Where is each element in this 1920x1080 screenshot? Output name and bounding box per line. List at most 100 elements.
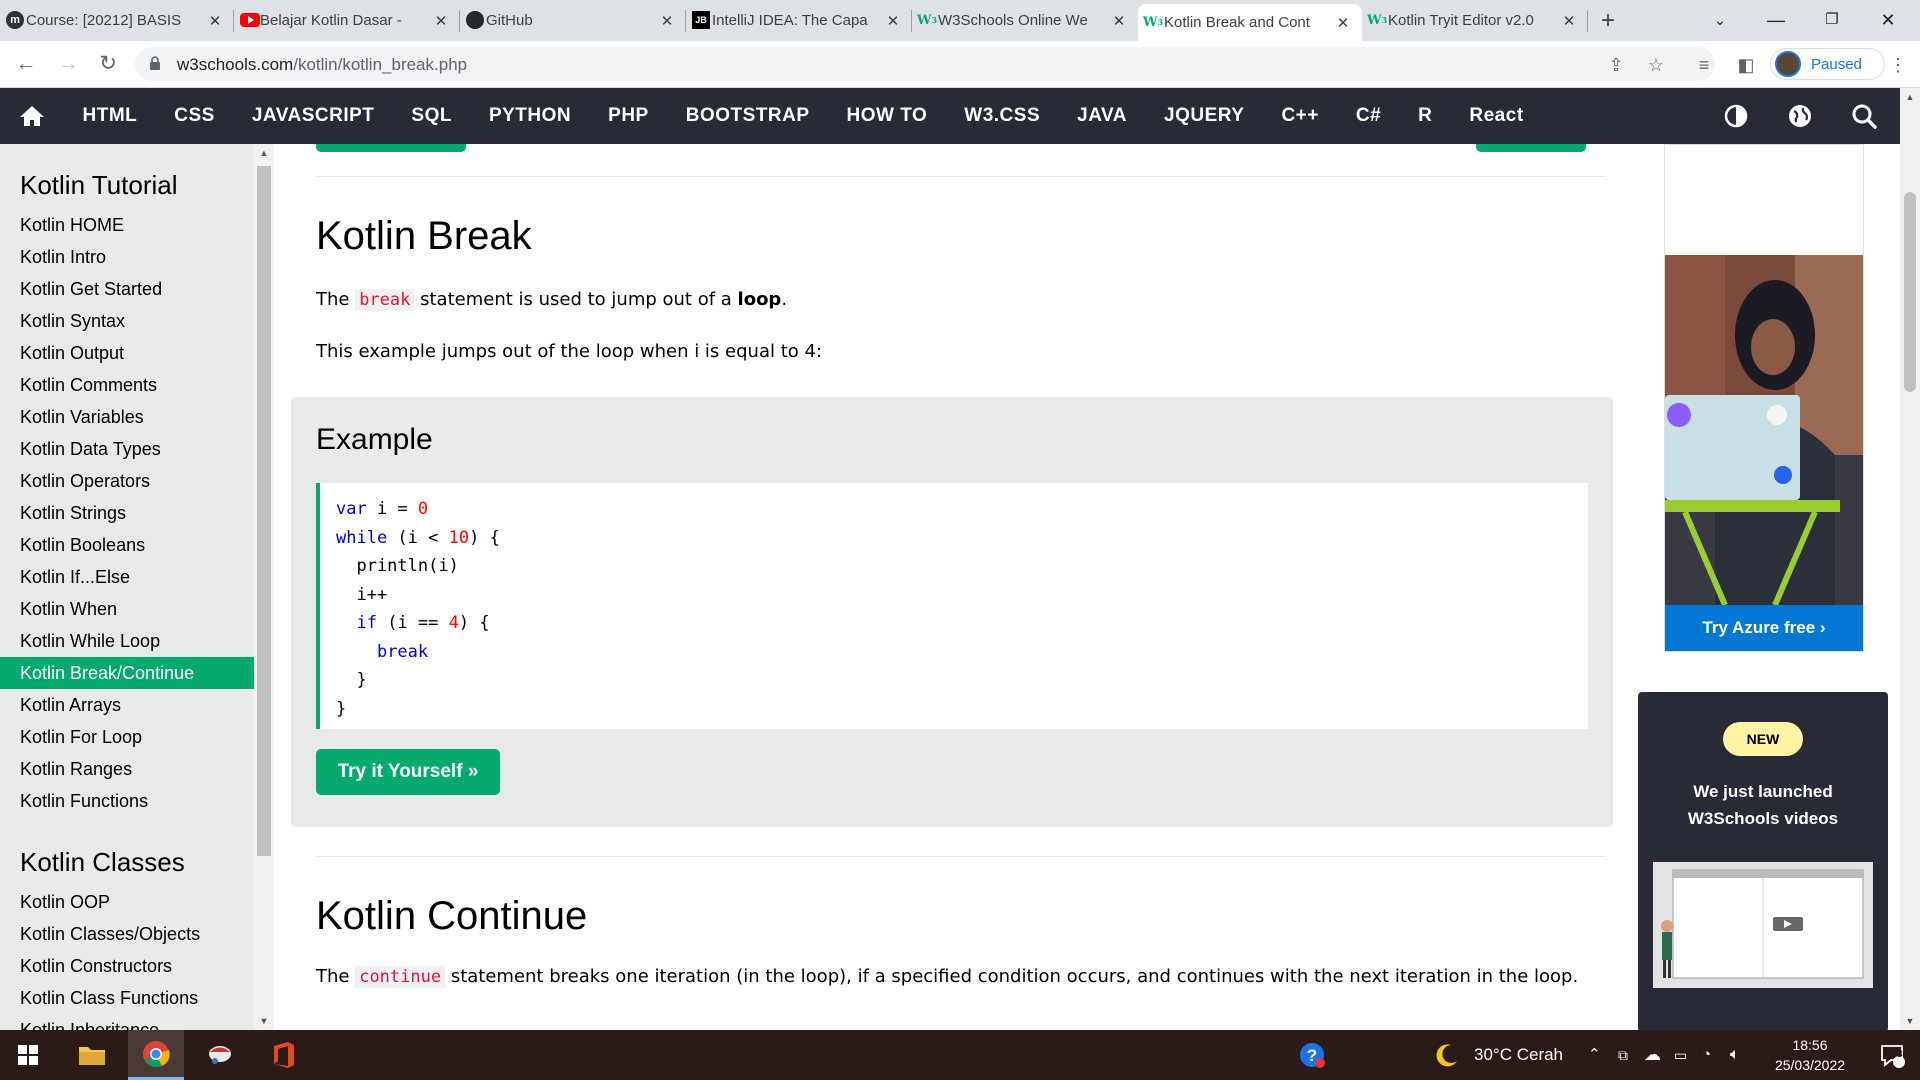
- tab-search-icon[interactable]: ⌄: [1692, 0, 1748, 41]
- azure-ad[interactable]: Try Azure free ›: [1664, 144, 1864, 652]
- try-it-yourself-button[interactable]: Try it Yourself »: [316, 749, 500, 795]
- sidebar-item[interactable]: Kotlin For Loop: [0, 721, 254, 753]
- nav-item-w3css[interactable]: W3.CSS: [946, 88, 1059, 144]
- volume-icon[interactable]: 🔈︎: [1730, 1030, 1740, 1080]
- sidebar-item-active[interactable]: Kotlin Break/Continue: [0, 657, 254, 689]
- bookmark-star-icon[interactable]: ☆: [1644, 53, 1668, 77]
- next-button-edge[interactable]: [1476, 144, 1586, 152]
- battery-icon[interactable]: ▭: [1674, 1030, 1687, 1080]
- scroll-up-arrow-icon[interactable]: ▲: [1900, 88, 1920, 106]
- globe-icon[interactable]: [1786, 102, 1814, 130]
- sidebar-item[interactable]: Kotlin Classes/Objects: [0, 918, 254, 950]
- sidebar-item[interactable]: Kotlin Data Types: [0, 433, 254, 465]
- sidebar-item[interactable]: Kotlin Get Started: [0, 273, 254, 305]
- new-tab-button[interactable]: +: [1588, 0, 1628, 41]
- nav-item-java[interactable]: JAVA: [1059, 88, 1146, 144]
- sidebar-item[interactable]: Kotlin Ranges: [0, 753, 254, 785]
- sidebar-item[interactable]: Kotlin Booleans: [0, 529, 254, 561]
- nav-item-howto[interactable]: HOW TO: [828, 88, 946, 144]
- page-scrollbar[interactable]: ▲ ▼: [1900, 88, 1920, 1030]
- dark-mode-icon[interactable]: [1722, 102, 1750, 130]
- sidebar-item[interactable]: Kotlin Inheritance: [0, 1014, 254, 1030]
- search-icon[interactable]: [1850, 102, 1878, 130]
- start-button[interactable]: [0, 1030, 56, 1080]
- browser-tab[interactable]: W3 W3Schools Online We ✕: [912, 0, 1138, 41]
- sidebar-item[interactable]: Kotlin Variables: [0, 401, 254, 433]
- try-azure-button[interactable]: Try Azure free ›: [1665, 605, 1863, 651]
- page-scroll-thumb[interactable]: [1904, 192, 1916, 392]
- nav-item-r[interactable]: R: [1400, 88, 1451, 144]
- app-taskbar-button[interactable]: [192, 1030, 248, 1080]
- nav-item-sql[interactable]: SQL: [393, 88, 471, 144]
- meet-now-icon[interactable]: ⧉: [1618, 1030, 1628, 1080]
- nav-item-python[interactable]: PYTHON: [470, 88, 589, 144]
- browser-tab[interactable]: GitHub ✕: [460, 0, 686, 41]
- weather-text[interactable]: 30°C Cerah: [1474, 1030, 1563, 1080]
- back-button[interactable]: ←: [12, 50, 40, 78]
- sidebar-item[interactable]: Kotlin If...Else: [0, 561, 254, 593]
- reload-button[interactable]: ↻: [94, 50, 122, 78]
- browser-tab[interactable]: JB IntelliJ IDEA: The Capa ✕: [686, 0, 912, 41]
- reading-list-icon[interactable]: ≡: [1692, 53, 1716, 77]
- close-tab-icon[interactable]: ✕: [884, 12, 902, 30]
- scroll-down-arrow-icon[interactable]: ▼: [1900, 1012, 1920, 1030]
- nav-item-cpp[interactable]: C++: [1263, 88, 1337, 144]
- previous-button-edge[interactable]: [316, 144, 466, 152]
- sidebar-scrollbar[interactable]: ▲ ▼: [254, 144, 274, 1030]
- file-explorer-button[interactable]: [64, 1030, 120, 1080]
- close-tab-icon[interactable]: ✕: [658, 12, 676, 30]
- close-tab-icon[interactable]: ✕: [1110, 12, 1128, 30]
- browser-tab[interactable]: W3 Kotlin Tryit Editor v2.0 ✕: [1362, 0, 1588, 41]
- nav-item-csharp[interactable]: C#: [1337, 88, 1399, 144]
- restore-button[interactable]: ❐: [1804, 0, 1860, 41]
- action-center-button[interactable]: 3: [1864, 1030, 1920, 1080]
- help-taskbar-button[interactable]: ?: [1286, 1030, 1338, 1080]
- sidebar-item[interactable]: Kotlin Output: [0, 337, 254, 369]
- sidebar-item[interactable]: Kotlin Class Functions: [0, 982, 254, 1014]
- system-clock[interactable]: 18:56 25/03/2022: [1770, 1035, 1850, 1075]
- sidebar-item[interactable]: Kotlin HOME: [0, 209, 254, 241]
- scroll-up-arrow-icon[interactable]: ▲: [254, 144, 274, 162]
- sidebar-item[interactable]: Kotlin Intro: [0, 241, 254, 273]
- nav-item-jquery[interactable]: JQUERY: [1146, 88, 1263, 144]
- nav-item-html[interactable]: HTML: [64, 88, 156, 144]
- close-window-button[interactable]: ✕: [1860, 0, 1916, 41]
- wifi-icon[interactable]: ◔: [1702, 1030, 1711, 1080]
- browser-tab[interactable]: m Course: [20212] BASIS ✕: [0, 0, 234, 41]
- nav-item-javascript[interactable]: JAVASCRIPT: [233, 88, 393, 144]
- browser-tab-active[interactable]: W3 Kotlin Break and Cont ✕: [1138, 4, 1362, 41]
- forward-button[interactable]: →: [54, 50, 82, 78]
- share-icon[interactable]: ⇪: [1604, 53, 1628, 77]
- close-tab-icon[interactable]: ✕: [206, 12, 224, 30]
- profile-button[interactable]: Paused: [1770, 48, 1885, 80]
- scroll-down-arrow-icon[interactable]: ▼: [254, 1012, 274, 1030]
- sidebar-item[interactable]: Kotlin When: [0, 593, 254, 625]
- sidebar-item[interactable]: Kotlin OOP: [0, 886, 254, 918]
- address-bar[interactable]: w3schools.com/kotlin/kotlin_break.php: [135, 47, 1715, 81]
- sidebar-item[interactable]: Kotlin Comments: [0, 369, 254, 401]
- sidebar-item[interactable]: Kotlin Functions: [0, 785, 254, 817]
- office-taskbar-button[interactable]: [256, 1030, 312, 1080]
- close-tab-icon[interactable]: ✕: [1334, 14, 1352, 32]
- sidebar-item[interactable]: Kotlin Arrays: [0, 689, 254, 721]
- close-tab-icon[interactable]: ✕: [432, 12, 450, 30]
- video-thumbnail[interactable]: [1653, 862, 1873, 988]
- video-promo[interactable]: NEW We just launched W3Schools videos: [1638, 692, 1888, 1030]
- minimize-button[interactable]: —: [1748, 0, 1804, 41]
- browser-menu-icon[interactable]: ⋮: [1886, 53, 1910, 77]
- nav-item-css[interactable]: CSS: [156, 88, 234, 144]
- browser-tab[interactable]: Belajar Kotlin Dasar - ✕: [234, 0, 460, 41]
- side-panel-icon[interactable]: ◧: [1734, 53, 1758, 77]
- nav-item-php[interactable]: PHP: [590, 88, 668, 144]
- sidebar-scroll-thumb[interactable]: [257, 166, 271, 856]
- nav-item-react[interactable]: React: [1451, 88, 1542, 144]
- show-hidden-icons-icon[interactable]: ⌃: [1588, 1030, 1601, 1080]
- onedrive-icon[interactable]: ☁: [1644, 1030, 1661, 1080]
- nav-item-bootstrap[interactable]: BOOTSTRAP: [667, 88, 828, 144]
- home-button[interactable]: [0, 88, 64, 144]
- sidebar-item[interactable]: Kotlin While Loop: [0, 625, 254, 657]
- sidebar-item[interactable]: Kotlin Constructors: [0, 950, 254, 982]
- sidebar-item[interactable]: Kotlin Syntax: [0, 305, 254, 337]
- sidebar-item[interactable]: Kotlin Strings: [0, 497, 254, 529]
- close-tab-icon[interactable]: ✕: [1560, 12, 1578, 30]
